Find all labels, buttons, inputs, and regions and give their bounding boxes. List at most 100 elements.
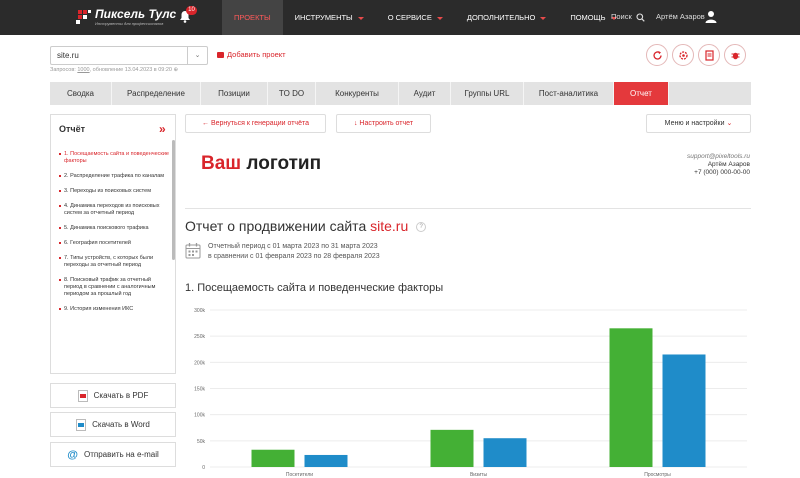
contact-email: support@pixeltools.ru	[687, 153, 750, 160]
divider	[185, 208, 751, 209]
bar	[483, 438, 527, 467]
tab-item[interactable]: Сводка	[50, 82, 112, 105]
x-category-label: Визиты	[470, 472, 488, 478]
menu-settings-dropdown[interactable]: Меню и настройки ⌄	[646, 114, 751, 133]
meta-requests-value: 1000	[77, 67, 90, 73]
nav-item-label: ДОПОЛНИТЕЛЬНО	[466, 13, 536, 22]
nav-item[interactable]: ИНСТРУМЕНТЫ	[283, 0, 376, 35]
gear-icon	[678, 50, 688, 60]
tab-item[interactable]: Конкуренты	[316, 82, 399, 105]
bug-report-button[interactable]	[724, 44, 746, 66]
collapse-sidebar-icon[interactable]: »	[159, 122, 166, 136]
top-navbar: Пиксель Тулс Инструменты для профессиона…	[0, 0, 800, 35]
add-project-label: Добавить проект	[227, 50, 286, 59]
download-word-button[interactable]: Скачать в Word	[50, 412, 176, 437]
main-nav: ПРОЕКТЫ ИНСТРУМЕНТЫ О СЕРВИСЕ ДОПОЛНИТЕЛЬНО…	[222, 0, 629, 35]
section-title: 1. Посещаемость сайта и поведенческие фа…	[185, 282, 444, 294]
site-select[interactable]: site.ru ⌄	[50, 46, 208, 65]
refresh-icon	[652, 50, 662, 60]
contents-item[interactable]: 6. География посетителей	[59, 240, 169, 247]
contents-item[interactable]: 8. Поисковый трафик за отчетный период в…	[59, 277, 169, 298]
y-tick-label: 0	[202, 465, 205, 471]
y-tick-label: 150k	[194, 387, 205, 393]
contents-item[interactable]: 3. Переходы из поисковых систем	[59, 188, 169, 195]
tab-item[interactable]: Отчет	[614, 82, 669, 105]
report-title-site: site.ru	[370, 218, 409, 234]
user-name[interactable]: Артём Азаров	[656, 12, 705, 21]
traffic-bar-chart: 0 50k 100k 150k 200k 250k 300k Посетители Визиты…	[194, 308, 747, 478]
x-category-label: Просмотры	[644, 472, 671, 478]
sidebar-title: Отчёт	[59, 124, 86, 134]
contact-name: Артём Азаров	[707, 161, 750, 168]
nav-item[interactable]: ДОПОЛНИТЕЛЬНО	[455, 0, 558, 35]
search-icon	[636, 12, 645, 22]
settings-button[interactable]	[672, 44, 694, 66]
report-logo-black: логотип	[246, 153, 322, 174]
y-tick-label: 300k	[194, 308, 205, 314]
tab-item[interactable]: Группы URL	[451, 82, 524, 105]
meta-updated: обновление 13.04.2023 в 09:20	[92, 67, 172, 73]
caret-down-icon	[540, 16, 547, 20]
project-meta: Запросов: 1000, обновление 13.04.2023 в …	[50, 67, 179, 73]
contents-item[interactable]: 4. Динамика переходов из поисковых систе…	[59, 203, 169, 217]
info-icon: ⊕	[173, 67, 179, 73]
bar	[251, 449, 295, 467]
contents-item[interactable]: 7. Типы устройств, с которых были перехо…	[59, 255, 169, 269]
download-word-label: Скачать в Word	[92, 420, 150, 429]
nav-item[interactable]: ПРОЕКТЫ	[222, 0, 283, 35]
y-tick-label: 100k	[194, 413, 205, 419]
word-icon	[76, 418, 87, 431]
report-period: Отчетный период с 01 марта 2023 по 31 ма…	[208, 242, 380, 262]
contents-item[interactable]: 1. Посещаемость сайта и поведенческие фа…	[59, 151, 169, 165]
tab-item[interactable]: Распределение	[112, 82, 201, 105]
send-email-button[interactable]: @ Отправить на e-mail	[50, 442, 176, 467]
add-project-icon	[217, 52, 224, 59]
section-tabs: Сводка Распределение Позиции TO DO Конкурент…	[50, 82, 751, 105]
back-to-generation-button[interactable]: ← Вернуться к генерации отчёта	[185, 114, 326, 133]
report-title-prefix: Отчет о продвижении сайта	[185, 218, 367, 234]
chevron-down-icon: ⌄	[726, 120, 733, 127]
calendar-icon	[185, 243, 201, 259]
download-pdf-button[interactable]: Скачать в PDF	[50, 383, 176, 408]
logo-mark-icon	[76, 10, 91, 24]
contents-item[interactable]: 2. Распределение трафика по каналам	[59, 173, 169, 180]
tab-item[interactable]: Позиции	[201, 82, 268, 105]
tab-item[interactable]: Аудит	[399, 82, 451, 105]
notifications-button[interactable]: 10	[178, 6, 197, 24]
tab-item[interactable]: TO DO	[268, 82, 316, 105]
contact-phone: +7 (000) 000-00-00	[694, 169, 750, 176]
report-doc-button[interactable]	[698, 44, 720, 66]
logo[interactable]: Пиксель Тулс Инструменты для профессиона…	[75, 6, 180, 28]
tab-item[interactable]: Пост-аналитика	[524, 82, 614, 105]
menu-settings-label: Меню и настройки	[664, 120, 725, 127]
meta-requests-label: Запросов:	[50, 67, 76, 73]
report-contents-sidebar: Отчёт » 1. Посещаемость сайта и поведенч…	[50, 114, 176, 374]
site-select-value: site.ru	[57, 51, 79, 60]
contents-item[interactable]: 9. История изменения ИКС	[59, 306, 169, 313]
add-project-link[interactable]: Добавить проект	[217, 50, 286, 59]
y-tick-label: 200k	[194, 360, 205, 366]
user-icon[interactable]	[705, 10, 717, 23]
help-icon[interactable]: ?	[416, 222, 427, 233]
report-logo-red: Ваш	[201, 153, 242, 174]
chevron-down-icon[interactable]: ⌄	[187, 47, 207, 64]
configure-report-button[interactable]: ↓ Настроить отчет	[336, 114, 431, 133]
download-pdf-label: Скачать в PDF	[93, 391, 149, 400]
contents-item[interactable]: 5. Динамика поискового трафика	[59, 225, 169, 232]
report-contacts: support@pixeltools.ru Артём Азаров +7 (0…	[620, 153, 750, 177]
nav-item[interactable]: О СЕРВИСЕ	[376, 0, 455, 35]
sidebar-scrollbar[interactable]	[172, 140, 175, 260]
logo-tagline: Инструменты для профессионалов	[95, 21, 164, 26]
search-label: Поиск	[611, 12, 632, 21]
refresh-button[interactable]	[646, 44, 668, 66]
nav-item-label: О СЕРВИСЕ	[387, 13, 432, 22]
x-category-label: Посетители	[286, 472, 313, 478]
notifications-badge: 10	[186, 6, 197, 15]
project-tools	[646, 44, 746, 66]
search-button[interactable]: Поиск	[611, 12, 645, 22]
bar	[430, 429, 474, 467]
report-title: Отчет о продвижении сайта site.ru ?	[185, 218, 427, 234]
y-tick-label: 250k	[194, 334, 205, 340]
at-sign-icon: @	[67, 448, 78, 461]
report-contents-list: 1. Посещаемость сайта и поведенческие фа…	[59, 151, 169, 321]
